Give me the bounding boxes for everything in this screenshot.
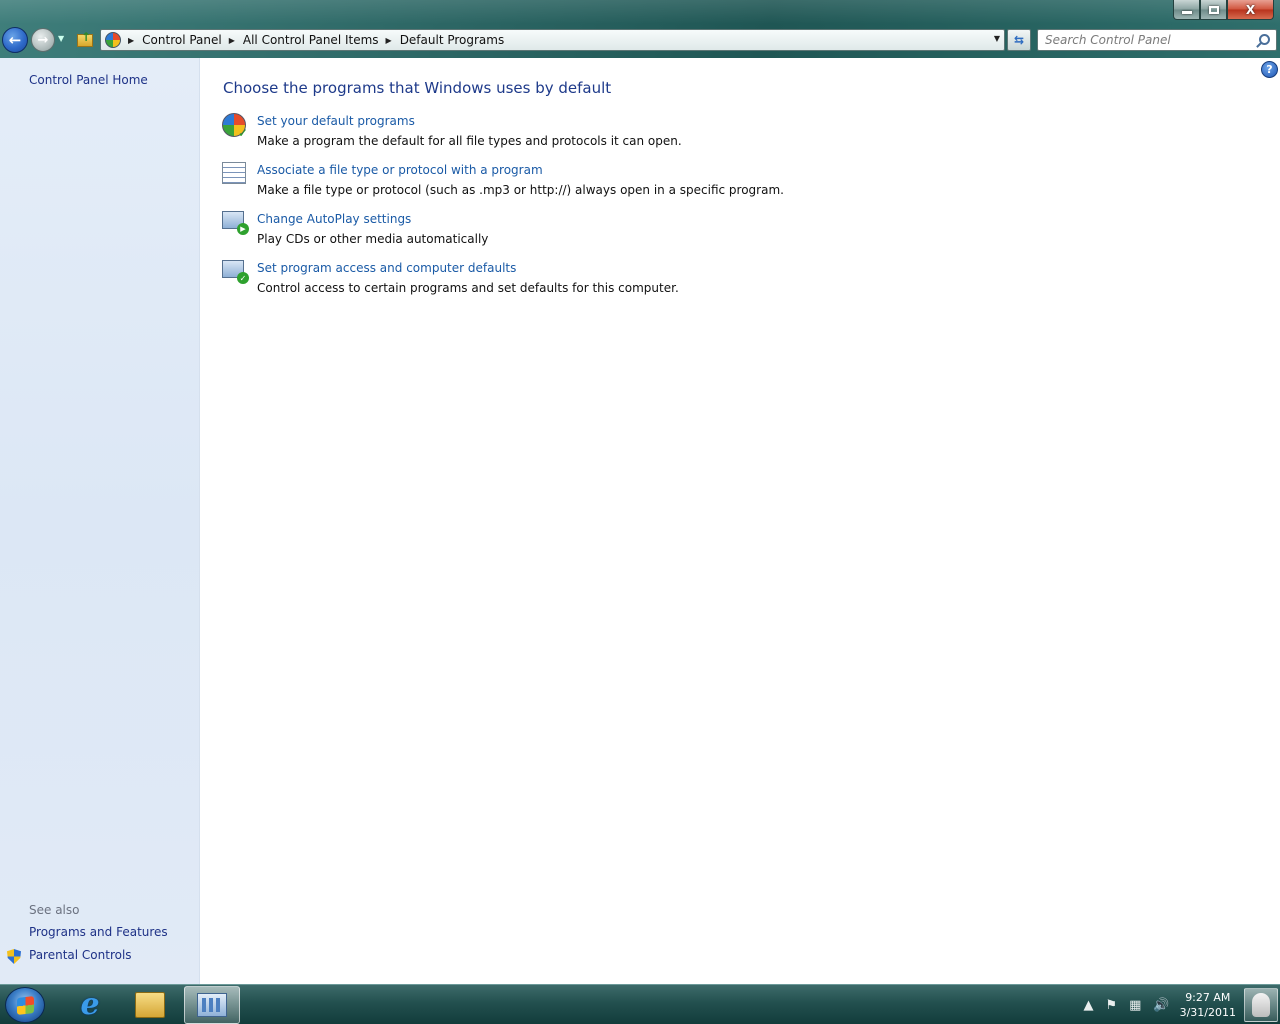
forward-button[interactable]: → — [31, 28, 55, 52]
program-access-icon — [222, 260, 249, 286]
task-change-autoplay: Change AutoPlay settings Play CDs or oth… — [222, 211, 822, 255]
control-panel-home-link[interactable]: Control Panel Home — [29, 73, 148, 87]
window-chrome: X ← → ▼ ▶ Control Panel ▶ All Control Pa… — [0, 0, 1280, 58]
action-center-flag-icon[interactable]: ⚑ — [1105, 998, 1117, 1013]
task-description: Make a file type or protocol (such as .m… — [257, 183, 784, 197]
breadcrumb-default-programs[interactable]: Default Programs — [400, 33, 505, 47]
task-description: Control access to certain programs and s… — [257, 281, 679, 295]
taskbar-windows-explorer[interactable] — [122, 986, 178, 1024]
change-autoplay-link[interactable]: Change AutoPlay settings — [257, 212, 411, 226]
show-hidden-icons-icon[interactable]: ▲ — [1083, 998, 1093, 1013]
volume-icon[interactable]: 🔊 — [1153, 998, 1169, 1013]
search-icon[interactable] — [1259, 34, 1270, 45]
search-box[interactable] — [1037, 29, 1277, 51]
breadcrumb-all-control-panel-items[interactable]: All Control Panel Items — [243, 33, 379, 47]
close-button[interactable]: X — [1227, 0, 1274, 20]
parental-controls-link[interactable]: Parental Controls — [29, 948, 132, 962]
taskbar: e ▲ ⚑ ▦ 🔊 9:27 AM 3/31/2011 — [0, 984, 1280, 1024]
clock-date: 3/31/2011 — [1179, 1006, 1236, 1019]
programs-and-features-link[interactable]: Programs and Features — [29, 925, 168, 939]
autoplay-icon — [222, 211, 249, 237]
network-icon[interactable]: ▦ — [1129, 998, 1141, 1013]
caption-buttons: X — [1173, 0, 1274, 20]
set-default-programs-link[interactable]: Set your default programs — [257, 114, 415, 128]
notification-area: ▲ ⚑ ▦ 🔊 9:27 AM 3/31/2011 — [1077, 985, 1280, 1024]
task-set-default-programs: Set your default programs Make a program… — [222, 113, 822, 157]
associate-file-type-link[interactable]: Associate a file type or protocol with a… — [257, 163, 543, 177]
maximize-button[interactable] — [1200, 0, 1227, 20]
up-folder-button[interactable] — [74, 29, 96, 51]
minimize-icon — [1181, 11, 1192, 14]
person-icon — [1252, 993, 1270, 1017]
search-input[interactable] — [1038, 33, 1248, 47]
task-description: Play CDs or other media automatically — [257, 232, 489, 246]
file-association-icon — [222, 162, 248, 188]
start-button[interactable] — [5, 987, 45, 1023]
folder-icon — [135, 992, 165, 1018]
task-associate-file-type: Associate a file type or protocol with a… — [222, 162, 822, 206]
shield-icon — [7, 949, 21, 964]
control-panel-icon — [105, 32, 121, 48]
see-also-heading: See also — [29, 903, 80, 917]
address-bar[interactable]: ▶ Control Panel ▶ All Control Panel Item… — [100, 29, 1005, 51]
breadcrumb-separator-icon[interactable]: ▶ — [128, 36, 134, 45]
breadcrumb-separator-icon[interactable]: ▶ — [229, 36, 235, 45]
window-body: Control Panel Home See also Programs and… — [0, 58, 1280, 984]
clock-time: 9:27 AM — [1185, 991, 1231, 1004]
control-panel-window-icon — [197, 993, 227, 1017]
folder-up-icon — [77, 30, 93, 47]
back-button[interactable]: ← — [2, 27, 28, 53]
task-description: Make a program the default for all file … — [257, 134, 682, 148]
breadcrumb-separator-icon[interactable]: ▶ — [386, 36, 392, 45]
taskbar-control-panel[interactable] — [184, 986, 240, 1024]
default-programs-icon — [222, 113, 248, 140]
taskbar-internet-explorer[interactable]: e — [62, 986, 118, 1024]
clock[interactable]: 9:27 AM 3/31/2011 — [1180, 990, 1236, 1020]
task-program-access: Set program access and computer defaults… — [222, 260, 822, 304]
internet-explorer-icon: e — [80, 987, 100, 1022]
recent-pages-dropdown[interactable]: ▼ — [58, 34, 68, 46]
program-access-link[interactable]: Set program access and computer defaults — [257, 261, 516, 275]
address-dropdown-icon[interactable]: ▼ — [994, 34, 1000, 43]
page-title: Choose the programs that Windows uses by… — [223, 79, 612, 97]
minimize-button[interactable] — [1173, 0, 1200, 20]
refresh-button[interactable]: ⇆ — [1007, 29, 1031, 51]
navigation-pane: Control Panel Home See also Programs and… — [0, 58, 200, 984]
restore-icon — [1208, 5, 1219, 14]
help-button[interactable]: ? — [1261, 61, 1278, 78]
breadcrumb-control-panel[interactable]: Control Panel — [142, 33, 222, 47]
user-avatar[interactable] — [1244, 988, 1278, 1022]
